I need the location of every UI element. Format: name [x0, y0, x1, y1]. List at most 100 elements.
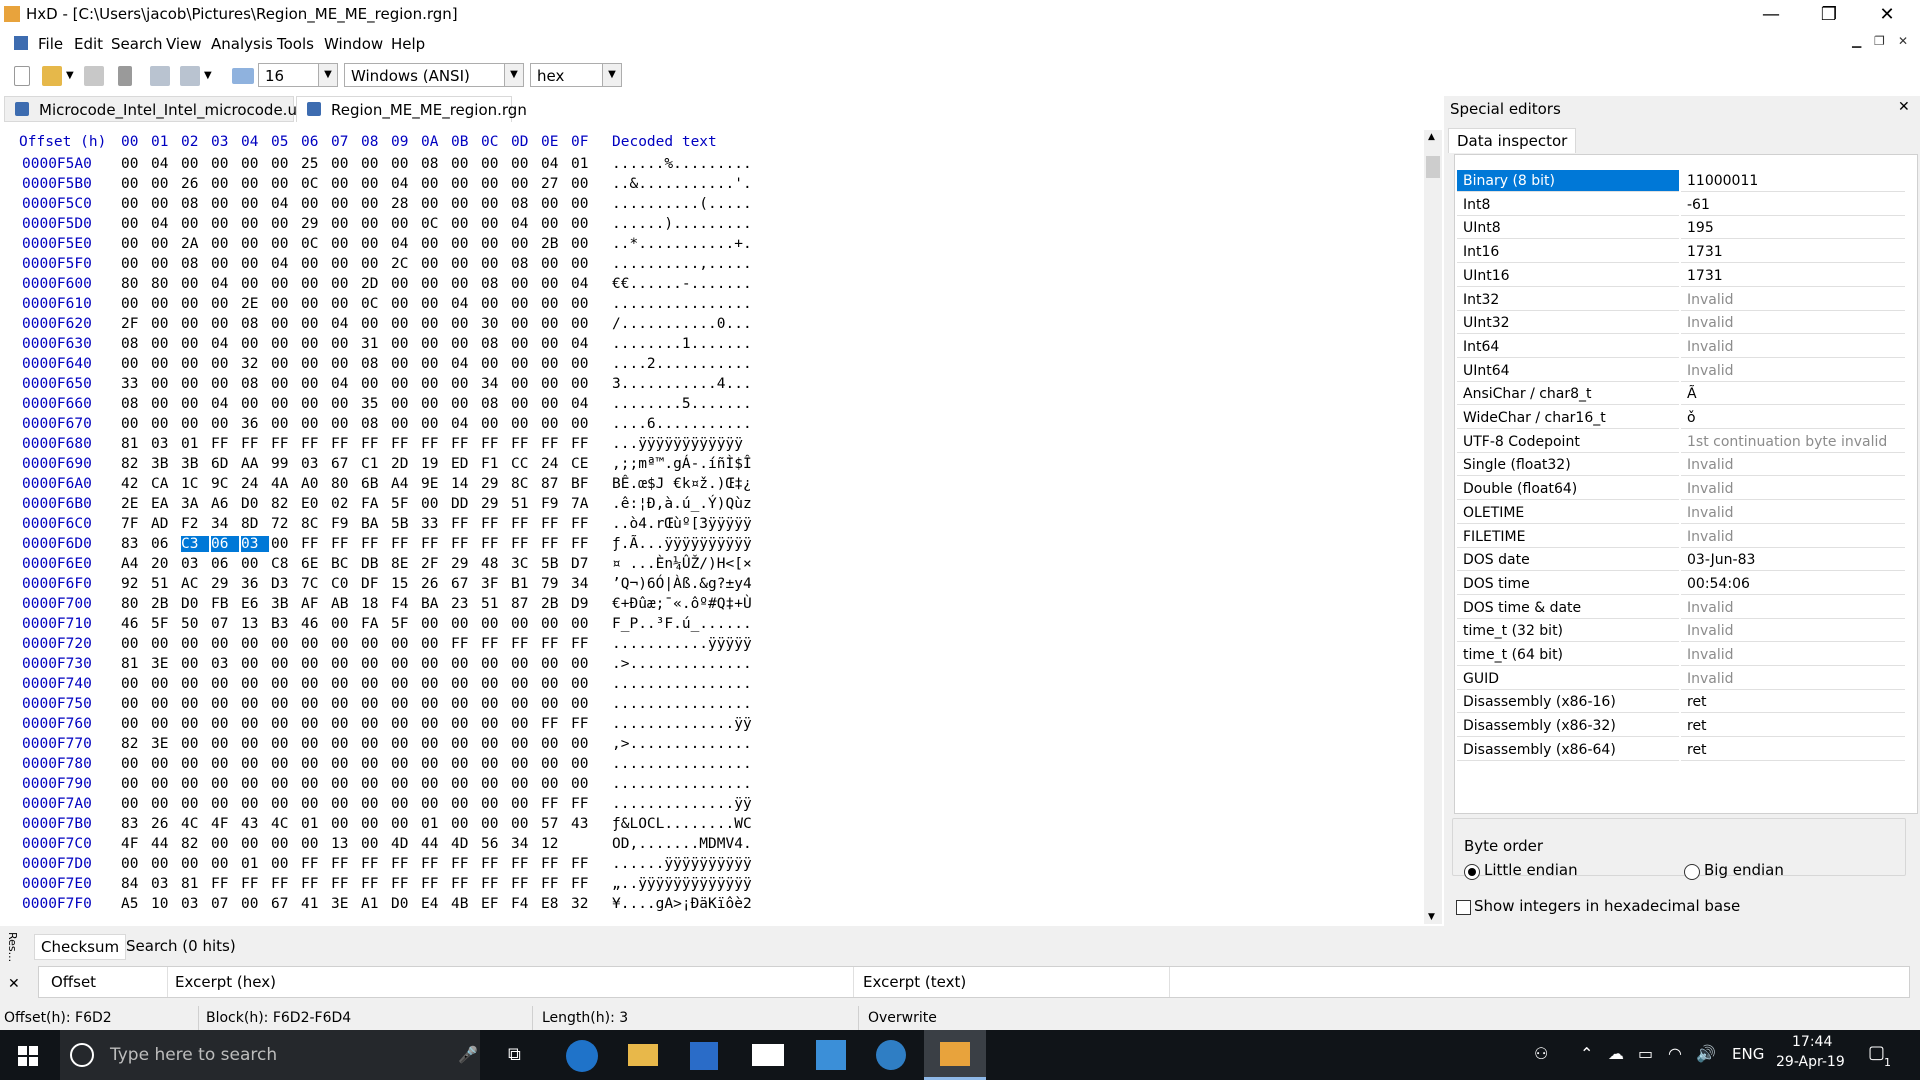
hex-byte[interactable]: E4: [421, 896, 447, 912]
hex-byte[interactable]: 03: [241, 536, 269, 552]
hex-byte[interactable]: 00: [331, 236, 357, 252]
hex-byte[interactable]: 00: [421, 636, 447, 652]
language-indicator[interactable]: ENG: [1732, 1045, 1764, 1063]
file-explorer-icon[interactable]: [628, 1044, 658, 1066]
hex-byte[interactable]: 34: [211, 516, 237, 532]
hex-row[interactable]: 0000F730 81 3E 00 03 00 00 00 00 00 00 00 00 00 00 00 00…: [0, 656, 1430, 676]
hex-byte[interactable]: 0C: [301, 236, 327, 252]
mdi-minimize-icon[interactable]: ▁: [1852, 34, 1861, 48]
hex-byte[interactable]: 00: [121, 696, 147, 712]
hex-byte[interactable]: 04: [211, 396, 237, 412]
decoded-text[interactable]: ....2...........: [612, 356, 752, 372]
save-icon[interactable]: [84, 66, 104, 86]
inspector-value[interactable]: 1731: [1681, 241, 1905, 264]
hex-byte[interactable]: 04: [571, 336, 597, 352]
hex-byte[interactable]: DF: [361, 576, 387, 592]
hex-byte[interactable]: 00: [271, 336, 297, 352]
hex-byte[interactable]: 00: [571, 676, 597, 692]
hex-byte[interactable]: 00: [271, 416, 297, 432]
column-excerpt-text[interactable]: Excerpt (text): [863, 973, 966, 991]
hex-byte[interactable]: 00: [271, 156, 297, 172]
inspector-row[interactable]: GUID Invalid: [1457, 668, 1905, 691]
hex-byte[interactable]: AD: [151, 516, 177, 532]
hex-byte[interactable]: 43: [241, 816, 267, 832]
decoded-text[interactable]: .>..............: [612, 656, 752, 672]
hex-byte[interactable]: 00: [301, 676, 327, 692]
hex-byte[interactable]: 29: [211, 576, 237, 592]
hex-row[interactable]: 0000F780 00 00 00 00 00 00 00 00 00 00 00 00 00 00 00 00…: [0, 756, 1430, 776]
hex-row[interactable]: 0000F740 00 00 00 00 00 00 00 00 00 00 00 00 00 00 00 00…: [0, 676, 1430, 696]
hex-byte[interactable]: FF: [451, 436, 477, 452]
hex-byte[interactable]: 00: [481, 616, 507, 632]
hex-byte[interactable]: 00: [451, 376, 477, 392]
hex-byte[interactable]: 00: [151, 636, 177, 652]
decoded-text[interactable]: ................: [612, 756, 752, 772]
hex-byte[interactable]: 00: [181, 736, 207, 752]
tab-region-me[interactable]: Region_ME_ME_region.rgn: [296, 96, 527, 122]
hex-byte[interactable]: 00: [151, 316, 177, 332]
hex-byte[interactable]: 00: [421, 416, 447, 432]
hex-byte[interactable]: 6D: [211, 456, 237, 472]
hex-byte[interactable]: 04: [451, 356, 477, 372]
hex-byte[interactable]: EF: [481, 896, 507, 912]
hex-byte[interactable]: 3B: [151, 456, 177, 472]
hex-byte[interactable]: 01: [181, 436, 207, 452]
hex-byte[interactable]: 00: [541, 336, 567, 352]
inspector-row[interactable]: Double (float64) Invalid: [1457, 478, 1905, 501]
hex-byte[interactable]: 92: [121, 576, 147, 592]
hex-byte[interactable]: 00: [211, 856, 237, 872]
inspector-value[interactable]: Invalid: [1681, 312, 1905, 335]
hex-byte[interactable]: 80: [331, 476, 357, 492]
hex-byte[interactable]: 00: [361, 156, 387, 172]
hex-byte[interactable]: 00: [541, 416, 567, 432]
hex-row[interactable]: 0000F680 81 03 01 FF FF FF FF FF FF FF FF FF FF FF FF FF…: [0, 436, 1430, 456]
hex-byte[interactable]: 00: [331, 296, 357, 312]
hex-byte[interactable]: 00: [211, 356, 237, 372]
hex-byte[interactable]: 00: [181, 856, 207, 872]
hex-byte[interactable]: 00: [481, 736, 507, 752]
hex-byte[interactable]: 00: [511, 696, 537, 712]
hex-base-label[interactable]: Show integers in hexadecimal base: [1474, 897, 1740, 915]
microphone-icon[interactable]: 🎤: [458, 1045, 478, 1064]
hex-byte[interactable]: 00: [361, 716, 387, 732]
decoded-text[interactable]: ƒ&LOCL........WC: [612, 816, 752, 832]
close-icon[interactable]: ✕: [1898, 99, 1910, 115]
hex-row[interactable]: 0000F6C0 7F AD F2 34 8D 72 8C F9 BA 5B 33 FF FF FF FF FF…: [0, 516, 1430, 536]
hex-byte[interactable]: 00: [571, 196, 597, 212]
hex-byte[interactable]: A5: [121, 896, 147, 912]
hex-byte[interactable]: 00: [481, 776, 507, 792]
inspector-value[interactable]: Invalid: [1681, 289, 1905, 311]
decoded-text[interactable]: OD,.......MDMV4.: [612, 836, 752, 852]
hex-byte[interactable]: 00: [271, 216, 297, 232]
hex-byte[interactable]: 00: [241, 196, 267, 212]
hex-byte[interactable]: FF: [451, 636, 477, 652]
hex-byte[interactable]: 00: [121, 176, 147, 192]
hex-byte[interactable]: 00: [391, 416, 417, 432]
hex-byte[interactable]: F4: [391, 596, 417, 612]
hex-byte[interactable]: 00: [391, 796, 417, 812]
inspector-value[interactable]: Invalid: [1681, 454, 1905, 477]
hex-byte[interactable]: 00: [451, 176, 477, 192]
hex-byte[interactable]: FF: [421, 436, 447, 452]
hex-byte[interactable]: 26: [181, 176, 207, 192]
mdi-restore-icon[interactable]: ❐: [1874, 34, 1885, 48]
hex-byte[interactable]: 08: [481, 336, 507, 352]
hex-byte[interactable]: 00: [361, 736, 387, 752]
hex-byte[interactable]: FF: [511, 636, 537, 652]
hex-byte[interactable]: 4C: [271, 816, 297, 832]
hex-byte[interactable]: 00: [361, 656, 387, 672]
hex-byte[interactable]: 5B: [391, 516, 417, 532]
hex-byte[interactable]: FF: [361, 876, 387, 892]
hex-byte[interactable]: FF: [541, 716, 567, 732]
hex-byte[interactable]: 3B: [271, 596, 297, 612]
hex-byte[interactable]: 00: [511, 156, 537, 172]
hex-byte[interactable]: 00: [481, 716, 507, 732]
inspector-value[interactable]: Invalid: [1681, 360, 1905, 382]
inspector-value[interactable]: Invalid: [1681, 336, 1905, 358]
hex-byte[interactable]: 00: [331, 796, 357, 812]
hex-byte[interactable]: 00: [241, 696, 267, 712]
hex-byte[interactable]: 00: [571, 656, 597, 672]
hex-byte[interactable]: D7: [571, 556, 597, 572]
hex-byte[interactable]: 00: [241, 776, 267, 792]
hex-byte[interactable]: 00: [421, 716, 447, 732]
